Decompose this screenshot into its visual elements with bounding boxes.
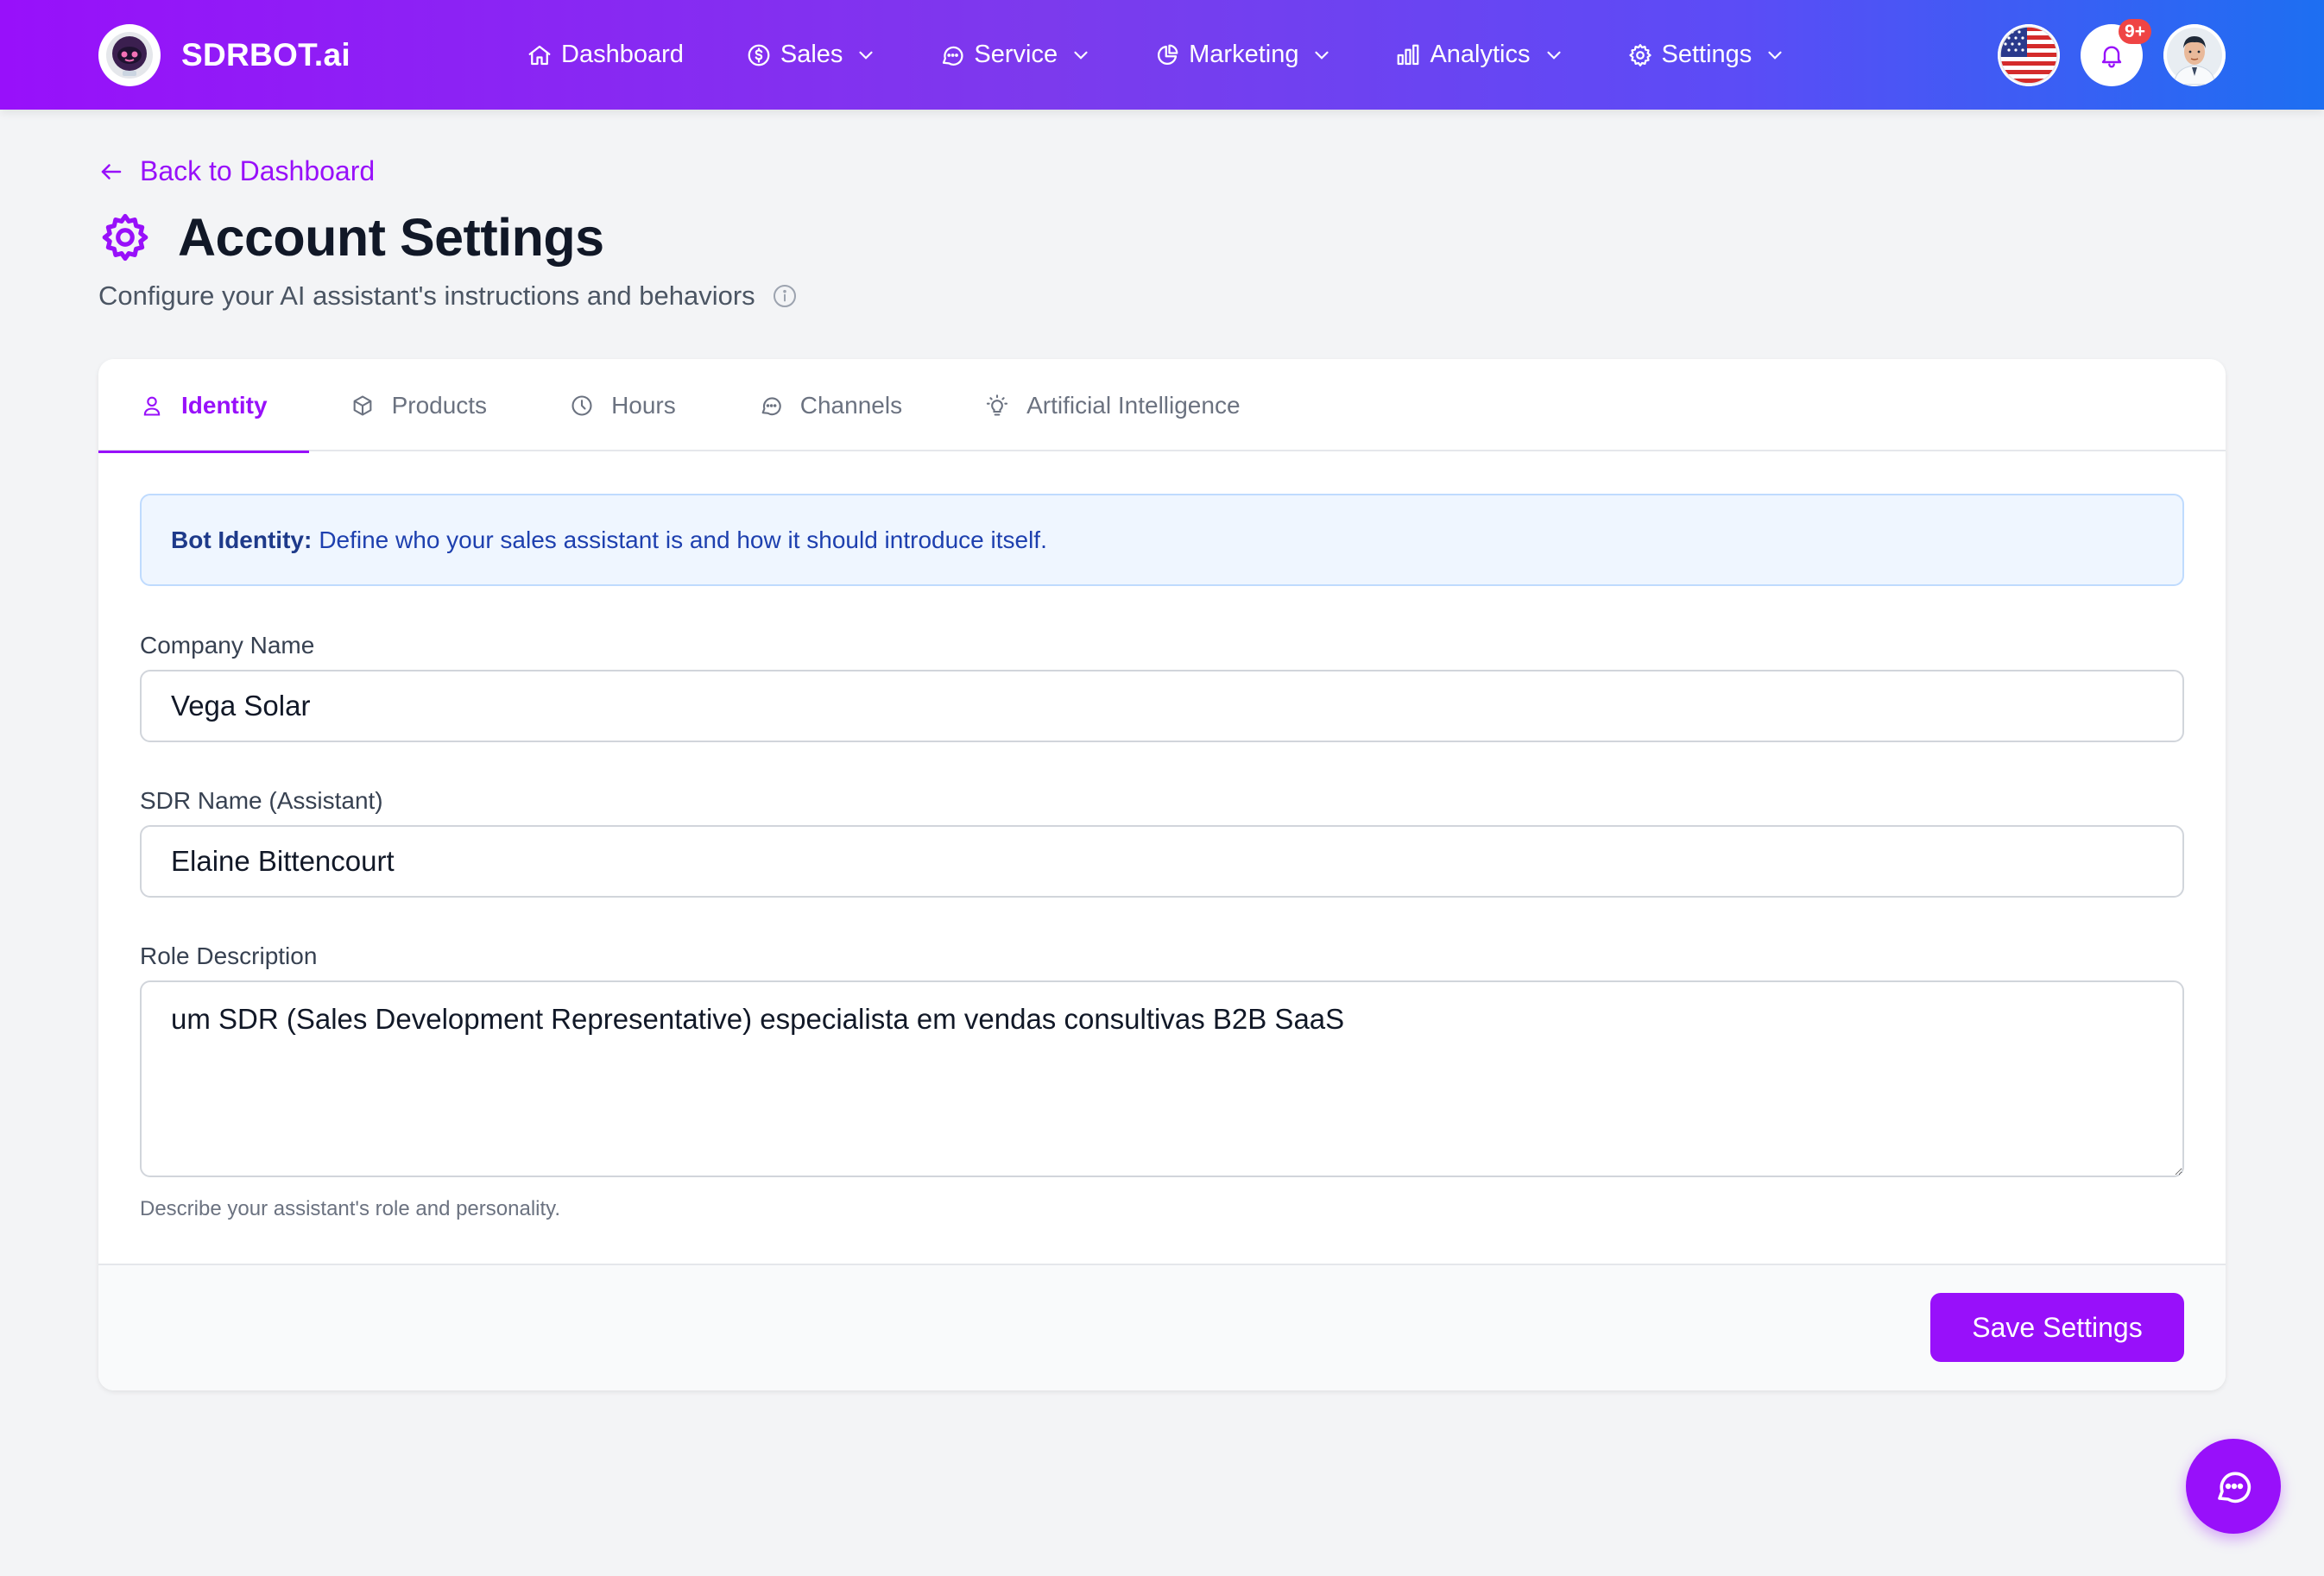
avatar-image [2163,24,2226,86]
info-icon[interactable] [771,282,799,310]
pie-chart-icon [1158,44,1178,65]
nav-sales-label: Sales [780,41,843,68]
settings-tabs: Identity Products Hours Channels Artific… [98,359,2226,453]
role-description-textarea[interactable]: um SDR (Sales Development Representative… [140,980,2184,1177]
chat-bubble-icon [943,46,963,66]
role-description-label: Role Description [140,942,318,969]
nav-settings-label: Settings [1661,41,1752,68]
nav-service[interactable]: Service [939,41,1092,69]
language-selector[interactable] [1998,24,2060,86]
tab-identity[interactable]: Identity [98,359,309,453]
nav-marketing-label: Marketing [1189,41,1299,68]
chat-bubble-icon [2218,1472,2251,1504]
company-name-label: Company Name [140,632,315,659]
notifications-button[interactable]: 9+ [2081,19,2151,86]
tab-hours[interactable]: Hours [528,359,717,451]
user-avatar[interactable] [2163,24,2226,86]
brand[interactable]: SDRBOT.ai [98,24,350,86]
nav-analytics[interactable]: Analytics [1395,41,1564,69]
notice-text: Define who your sales assistant is and h… [319,526,1047,553]
save-settings-button[interactable]: Save Settings [1930,1293,2184,1362]
lightbulb-icon [986,394,1008,416]
user-icon [143,396,161,416]
sdr-name-input[interactable] [140,825,2184,898]
chevron-down-icon [1315,51,1329,60]
gear-icon [1628,43,1651,66]
nav-dashboard-label: Dashboard [561,41,684,68]
brand-name: SDRBOT.ai [181,37,350,72]
notifications-badge: 9+ [2119,19,2151,44]
page-header: Account Settings [98,207,604,268]
us-flag-icon [1998,24,2060,86]
nav-marketing[interactable]: Marketing [1154,41,1333,69]
nav-service-label: Service [974,41,1058,68]
tab-ai-label: Artificial Intelligence [1026,391,1241,419]
settings-card: Identity Products Hours Channels Artific… [98,359,2226,1390]
chevron-down-icon [859,51,874,60]
top-navbar: SDRBOT.ai Dashboard Sales Service Market… [0,0,2324,110]
nav-settings[interactable]: Settings [1627,41,1787,69]
dollar-icon [748,44,770,66]
role-description-help: Describe your assistant's role and perso… [140,1197,561,1220]
sdr-name-label: SDR Name (Assistant) [140,787,383,814]
company-name-input[interactable] [140,670,2184,742]
tab-hours-label: Hours [611,391,676,419]
robot-icon [98,24,161,86]
gear-icon [102,213,148,262]
tab-identity-label: Identity [181,391,268,419]
notice-heading: Bot Identity: [171,526,313,553]
chevron-down-icon [1546,51,1561,60]
back-link-label: Back to Dashboard [140,155,376,186]
bar-chart-icon [1398,44,1419,65]
tab-channels-label: Channels [799,391,903,419]
tab-products[interactable]: Products [309,359,529,451]
bot-identity-notice: Bot Identity: Define who your sales assi… [140,494,2184,586]
arrow-left-icon [101,163,122,180]
chevron-down-icon [1074,51,1088,60]
home-icon [528,45,551,65]
page-title: Account Settings [178,208,604,267]
nav-sales[interactable]: Sales [746,41,878,69]
nav-analytics-label: Analytics [1430,41,1531,68]
main-nav: Dashboard Sales Service Marketing Analyt… [527,0,1848,110]
cube-icon [353,394,371,416]
chat-launcher-button[interactable] [2186,1439,2281,1534]
tab-artificial-intelligence[interactable]: Artificial Intelligence [944,359,1281,451]
chat-bubble-icon [761,396,781,415]
tab-products-label: Products [391,391,488,419]
page-subtitle: Configure your AI assistant's instructio… [98,281,755,311]
card-footer: Save Settings [98,1264,2226,1390]
page-subtitle-row: Configure your AI assistant's instructio… [98,281,799,312]
tab-channels[interactable]: Channels [717,359,944,451]
back-to-dashboard-link[interactable]: Back to Dashboard [98,155,375,187]
chevron-down-icon [1768,51,1782,60]
nav-dashboard[interactable]: Dashboard [527,41,684,69]
clock-icon [572,394,592,416]
bell-icon [2101,46,2122,68]
header-actions: 9+ [1977,19,2226,86]
